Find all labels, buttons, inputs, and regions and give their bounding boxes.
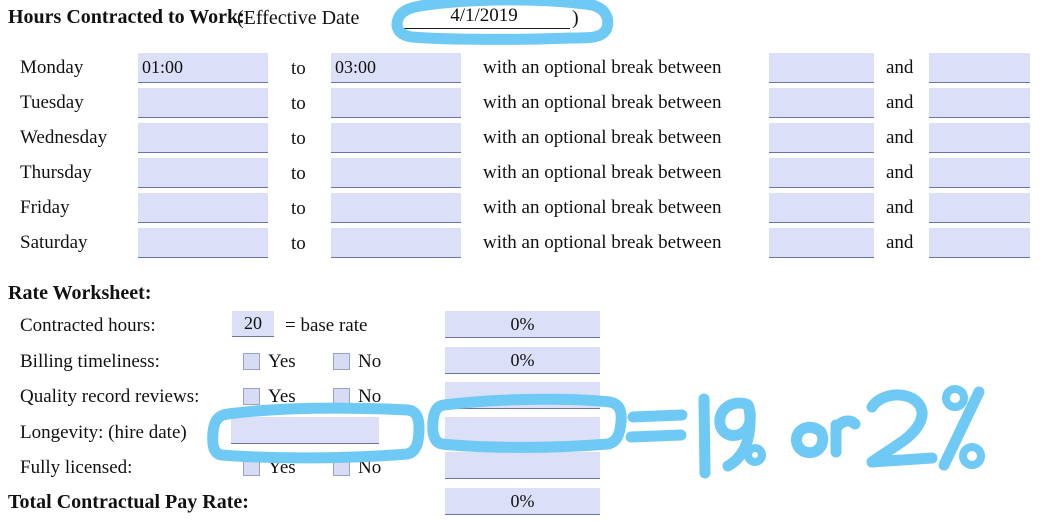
break-end-thursday[interactable]	[929, 158, 1030, 188]
effective-date-field[interactable]: 4/1/2019	[398, 4, 570, 29]
to-label-friday: to	[291, 198, 306, 219]
digit-one-annotation	[698, 393, 711, 479]
break-end-monday[interactable]	[929, 53, 1030, 83]
end-time-friday[interactable]	[331, 193, 461, 223]
quality-record-reviews-no-label: No	[358, 386, 382, 407]
contracted-hours-label: Contracted hours:	[20, 315, 156, 336]
longevity-input[interactable]	[231, 417, 379, 444]
and-label-monday: and	[886, 57, 914, 78]
letter-r-arm-annotation	[830, 415, 861, 435]
percent-bottom-circle-annotation	[959, 443, 985, 469]
digit-two-annotation	[866, 389, 938, 468]
fully-licensed-yes-checkbox[interactable]	[243, 459, 260, 476]
quality-record-reviews-no-checkbox[interactable]	[333, 388, 350, 405]
billing-timeliness-yes-checkbox[interactable]	[243, 353, 260, 370]
break-start-tuesday[interactable]	[769, 88, 874, 118]
fully-licensed-label: Fully licensed:	[20, 457, 133, 478]
day-label-friday: Friday	[20, 197, 70, 218]
effective-date-label: (Effective Date	[237, 7, 360, 29]
break-label-friday: with an optional break between	[483, 197, 722, 218]
to-label-thursday: to	[291, 163, 306, 184]
rate-worksheet-title: Rate Worksheet:	[8, 282, 152, 304]
break-end-wednesday[interactable]	[929, 123, 1030, 153]
break-end-tuesday[interactable]	[929, 88, 1030, 118]
fully-licensed-percent[interactable]	[445, 452, 600, 479]
contracted-hours-percent[interactable]: 0%	[445, 311, 600, 338]
break-start-saturday[interactable]	[769, 228, 874, 258]
longevity-percent[interactable]	[445, 417, 600, 444]
start-time-thursday[interactable]	[138, 158, 268, 188]
and-label-tuesday: and	[886, 92, 914, 113]
end-time-monday[interactable]: 03:00	[331, 53, 461, 83]
start-time-monday[interactable]: 01:00	[138, 53, 268, 83]
billing-timeliness-yes-label: Yes	[268, 351, 296, 372]
and-label-wednesday: and	[886, 127, 914, 148]
end-time-wednesday[interactable]	[331, 123, 461, 153]
percent-circle-annotation	[744, 444, 766, 466]
and-label-friday: and	[886, 197, 914, 218]
day-label-wednesday: Wednesday	[20, 127, 108, 148]
contracted-hours-input[interactable]: 20	[232, 311, 274, 337]
billing-timeliness-label: Billing timeliness:	[20, 351, 160, 372]
quality-record-reviews-label: Quality record reviews:	[20, 386, 200, 407]
to-label-saturday: to	[291, 233, 306, 254]
and-label-saturday: and	[886, 232, 914, 253]
equals-sign-annotation-2	[625, 429, 687, 443]
fully-licensed-no-label: No	[358, 457, 382, 478]
percent-top-circle-annotation	[942, 385, 968, 411]
end-time-thursday[interactable]	[331, 158, 461, 188]
break-label-tuesday: with an optional break between	[483, 92, 722, 113]
letter-o-annotation	[791, 421, 829, 459]
start-time-tuesday[interactable]	[138, 88, 268, 118]
break-end-friday[interactable]	[929, 193, 1030, 223]
equals-sign-annotation	[627, 409, 688, 423]
break-start-friday[interactable]	[769, 193, 874, 223]
fully-licensed-no-checkbox[interactable]	[333, 459, 350, 476]
total-pay-rate-percent[interactable]: 0%	[445, 488, 600, 515]
day-label-tuesday: Tuesday	[20, 92, 84, 113]
billing-timeliness-no-checkbox[interactable]	[333, 353, 350, 370]
break-label-wednesday: with an optional break between	[483, 127, 722, 148]
billing-timeliness-no-label: No	[358, 351, 382, 372]
to-label-wednesday: to	[291, 128, 306, 149]
fully-licensed-yes-label: Yes	[268, 457, 296, 478]
digit-nine-annotation	[714, 397, 756, 472]
start-time-saturday[interactable]	[138, 228, 268, 258]
quality-record-reviews-yes-checkbox[interactable]	[243, 388, 260, 405]
billing-timeliness-percent[interactable]: 0%	[445, 347, 600, 374]
to-label-tuesday: to	[291, 93, 306, 114]
form-page: Hours Contracted to Work: (Effective Dat…	[0, 0, 1057, 522]
contracted-hours-equals-text: = base rate	[285, 315, 368, 336]
day-label-saturday: Saturday	[20, 232, 88, 253]
total-pay-rate-label: Total Contractual Pay Rate:	[8, 491, 249, 513]
break-end-saturday[interactable]	[929, 228, 1030, 258]
break-label-thursday: with an optional break between	[483, 162, 722, 183]
longevity-label: Longevity: (hire date)	[20, 422, 187, 443]
day-label-monday: Monday	[20, 57, 84, 78]
end-time-saturday[interactable]	[331, 228, 461, 258]
end-time-tuesday[interactable]	[331, 88, 461, 118]
break-label-monday: with an optional break between	[483, 57, 722, 78]
start-time-wednesday[interactable]	[138, 123, 268, 153]
effective-date-paren-close: )	[572, 7, 579, 29]
quality-record-reviews-yes-label: Yes	[268, 386, 296, 407]
percent-slash-annotation	[938, 386, 985, 471]
page-title: Hours Contracted to Work:	[8, 6, 245, 28]
start-time-friday[interactable]	[138, 193, 268, 223]
break-start-monday[interactable]	[769, 53, 874, 83]
break-start-wednesday[interactable]	[769, 123, 874, 153]
and-label-thursday: and	[886, 162, 914, 183]
day-label-thursday: Thursday	[20, 162, 92, 183]
break-label-saturday: with an optional break between	[483, 232, 722, 253]
to-label-monday: to	[291, 58, 306, 79]
break-start-thursday[interactable]	[769, 158, 874, 188]
quality-record-reviews-percent[interactable]	[445, 382, 600, 409]
